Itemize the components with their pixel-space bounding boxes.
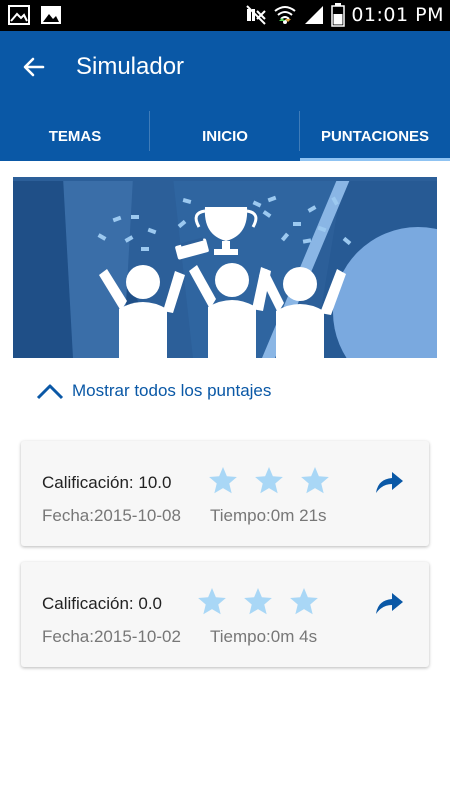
tab-temas[interactable]: TEMAS (0, 111, 150, 161)
score-grade: Calificación: 10.0 (42, 473, 172, 492)
star-icon (198, 588, 226, 615)
star-icon (244, 588, 272, 615)
battery-icon (331, 3, 346, 27)
score-date: Fecha:2015-10-02 (42, 627, 181, 646)
star-icon (301, 467, 329, 494)
score-grade: Calificación: 0.0 (42, 594, 163, 613)
star-icon (255, 467, 283, 494)
score-card: Calificación: 0.0 Fecha:2015-10-02 Tiemp… (21, 562, 429, 667)
score-card: Calificación: 10.0 Fecha:2015-10-08 Tiem… (21, 441, 429, 546)
wifi-icon (274, 6, 296, 24)
star-icon (209, 467, 237, 494)
score-time: Tiempo:0m 21s (210, 506, 327, 525)
tab-label: INICIO (202, 127, 248, 145)
share-icon[interactable] (373, 469, 405, 495)
signal-icon (305, 6, 324, 24)
tab-label: TEMAS (48, 127, 102, 145)
star-rating (207, 465, 331, 497)
picture-icon (8, 5, 30, 25)
tab-puntaciones[interactable]: PUNTACIONES (300, 111, 450, 161)
mute-icon (246, 5, 267, 25)
status-bar: 01:01 PM (0, 0, 450, 31)
gallery-icon (41, 6, 61, 24)
tab-bar: TEMAS INICIO PUNTACIONES (0, 111, 450, 161)
app-bar: Simulador TEMAS INICIO PUNTACIONES (0, 31, 450, 161)
clock: 01:01 PM (351, 4, 444, 26)
share-icon[interactable] (373, 590, 405, 616)
trophy-celebration-illustration (13, 177, 437, 358)
show-all-label: Mostrar todos los puntajes (72, 381, 272, 400)
back-button[interactable] (18, 51, 50, 83)
tab-inicio[interactable]: INICIO (150, 111, 300, 161)
trophy-banner (13, 177, 437, 358)
star-rating (196, 586, 320, 618)
score-time: Tiempo:0m 4s (210, 627, 318, 646)
star-icon (290, 588, 318, 615)
chevron-up-icon (36, 384, 64, 400)
show-all-scores-link[interactable]: Mostrar todos los puntajes (36, 378, 271, 404)
page-title: Simulador (76, 53, 185, 80)
arrow-left-icon (23, 57, 45, 77)
tab-label: PUNTACIONES (320, 127, 430, 145)
score-date: Fecha:2015-10-08 (42, 506, 181, 525)
